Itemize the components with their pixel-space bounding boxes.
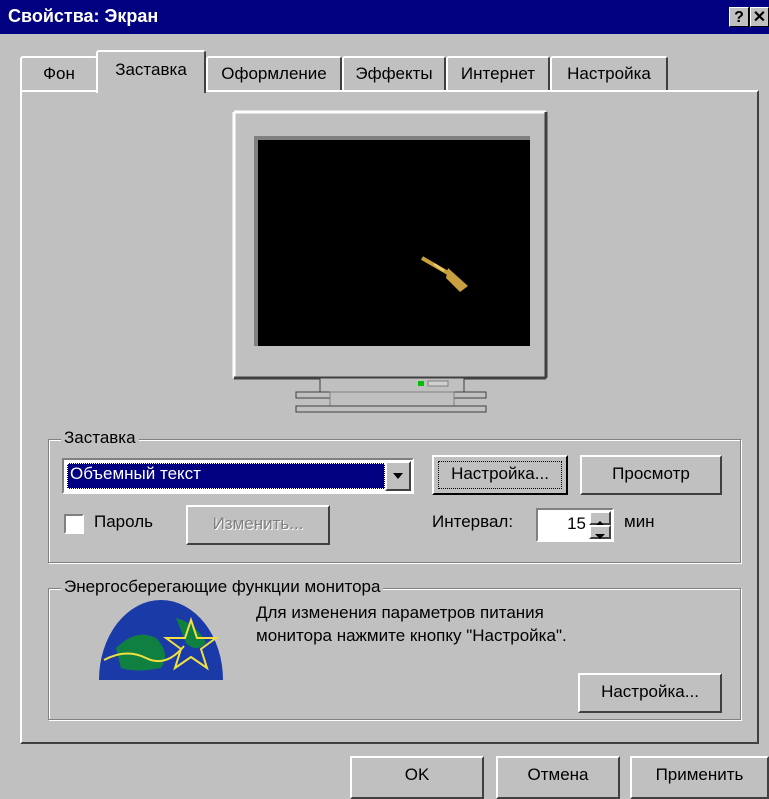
screensaver-select-value: Объемный текст bbox=[70, 464, 201, 483]
tab-background[interactable]: Фон bbox=[20, 56, 98, 91]
energy-settings-button[interactable]: Настройка... bbox=[578, 673, 722, 713]
apply-button[interactable]: Применить bbox=[630, 756, 769, 799]
interval-unit: мин bbox=[624, 512, 655, 531]
energy-description-line2: монитора нажмите кнопку "Настройка". bbox=[256, 626, 567, 645]
tab-effects[interactable]: Эффекты bbox=[342, 56, 446, 91]
arrow-down-icon bbox=[595, 534, 605, 539]
energy-description-line1: Для изменения параметров питания bbox=[256, 603, 544, 622]
screensaver-preview-button[interactable]: Просмотр bbox=[580, 455, 722, 495]
password-label: Пароль bbox=[94, 512, 153, 531]
password-checkbox[interactable] bbox=[64, 514, 84, 534]
dropdown-arrow-button[interactable] bbox=[385, 461, 411, 491]
screensaver-select[interactable]: Объемный текст bbox=[62, 458, 414, 494]
window-title: Свойства: Экран bbox=[8, 6, 159, 26]
ok-button[interactable]: OK bbox=[350, 756, 484, 799]
monitor-preview bbox=[232, 110, 548, 413]
cancel-button[interactable]: Отмена bbox=[496, 756, 620, 799]
screensaver-group-label: Заставка bbox=[61, 428, 139, 448]
screensaver-settings-button[interactable]: Настройка... bbox=[432, 455, 568, 495]
energy-group-label: Энергосберегающие функции монитора bbox=[61, 577, 384, 597]
spinner-up-button[interactable] bbox=[589, 511, 611, 526]
energy-star-logo bbox=[99, 600, 223, 680]
tab-appearance[interactable]: Оформление bbox=[206, 56, 342, 91]
interval-spinner[interactable]: 15 bbox=[536, 508, 614, 542]
tab-settings[interactable]: Настройка bbox=[550, 56, 668, 91]
interval-value: 15 bbox=[567, 514, 586, 533]
change-password-button[interactable]: Изменить... bbox=[186, 505, 330, 545]
spinner-down-button[interactable] bbox=[589, 525, 611, 539]
tab-internet[interactable]: Интернет bbox=[446, 56, 550, 91]
interval-label: Интервал: bbox=[432, 512, 514, 531]
tab-screensaver[interactable]: Заставка bbox=[96, 50, 206, 93]
chevron-down-icon bbox=[393, 473, 403, 479]
help-button[interactable]: ? bbox=[729, 7, 749, 27]
close-button[interactable]: ✕ bbox=[750, 7, 769, 27]
